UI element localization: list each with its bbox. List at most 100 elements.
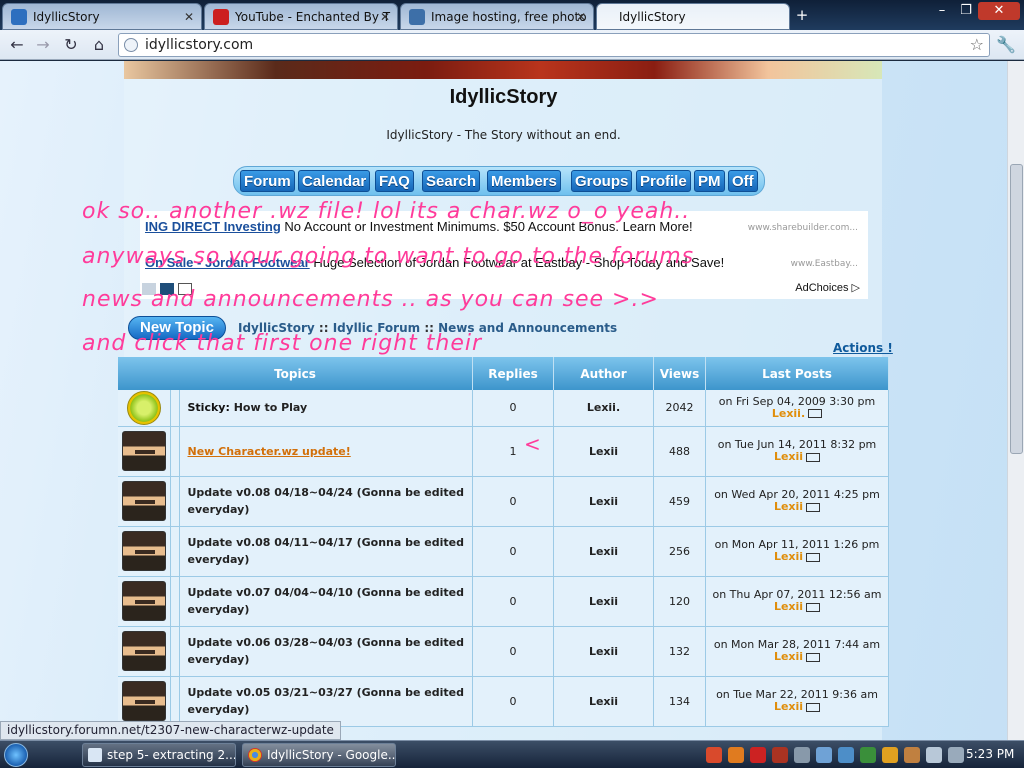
last-post-user[interactable]: Lexii. <box>772 407 805 420</box>
chrome-icon <box>248 748 262 762</box>
go-to-post-icon[interactable] <box>806 652 821 662</box>
forum-nav-bar: Forum Calendar FAQ Search Members Groups… <box>233 166 765 196</box>
clock[interactable]: 5:23 PM <box>966 747 1014 761</box>
replies-count: 0 <box>472 476 554 527</box>
col-replies: Replies <box>472 357 554 390</box>
nav-forum[interactable]: Forum <box>240 170 295 192</box>
replies-count: 0 <box>472 390 554 427</box>
annotation-line-1: ok so.. another .wz file! lol its a char… <box>82 199 691 224</box>
home-icon[interactable]: ⌂ <box>88 34 110 56</box>
go-to-post-icon[interactable] <box>806 452 821 462</box>
maximize-icon[interactable]: ❐ <box>954 2 978 20</box>
forward-icon[interactable]: → <box>32 34 54 56</box>
nav-members[interactable]: Members <box>487 170 561 192</box>
messenger-tray-icon[interactable] <box>838 747 854 763</box>
taskbar-button-label: IdyllicStory - Google... <box>267 748 396 762</box>
replies-count: 0 <box>472 526 554 577</box>
nav-search[interactable]: Search <box>422 170 481 192</box>
topic-link[interactable]: Update v0.08 04/18~04/24 (Gonna be edite… <box>188 486 465 516</box>
close-icon[interactable]: ✕ <box>576 10 586 24</box>
monitor-tray-icon[interactable] <box>926 747 942 763</box>
views-count: 134 <box>653 676 706 727</box>
address-bar[interactable]: ☆ <box>118 33 990 57</box>
go-to-post-icon[interactable] <box>806 552 821 562</box>
author-link[interactable]: Lexii. <box>553 390 654 427</box>
network-tray-icon[interactable] <box>794 747 810 763</box>
author-link[interactable]: Lexii <box>553 426 654 477</box>
nav-profile[interactable]: Profile <box>636 170 691 192</box>
author-link[interactable]: Lexii <box>553 476 654 527</box>
last-post-user[interactable]: Lexii <box>774 700 803 713</box>
nav-groups[interactable]: Groups <box>571 170 633 192</box>
green-tray-icon[interactable] <box>860 747 876 763</box>
vertical-scrollbar[interactable] <box>1007 61 1024 740</box>
go-to-post-icon[interactable] <box>806 602 821 612</box>
topic-link[interactable]: Update v0.08 04/11~04/17 (Gonna be edite… <box>188 536 465 566</box>
topic-link[interactable]: How to Play <box>234 401 308 414</box>
last-post-user[interactable]: Lexii <box>774 450 803 463</box>
wrench-menu-icon[interactable]: 🔧 <box>996 35 1016 54</box>
topics-table: Topics Replies Author Views Last Posts S… <box>118 357 889 727</box>
scrollbar-thumb[interactable] <box>1010 164 1023 454</box>
col-topics: Topics <box>118 357 473 390</box>
last-post-user[interactable]: Lexii <box>774 650 803 663</box>
minimize-icon[interactable]: – <box>930 2 954 20</box>
go-to-post-icon[interactable] <box>808 409 823 419</box>
topic-link[interactable]: Update v0.06 03/28~04/03 (Gonna be edite… <box>188 636 465 666</box>
app-tray-icon[interactable] <box>772 747 788 763</box>
close-icon[interactable]: ✕ <box>380 10 390 24</box>
shield-tray-icon[interactable] <box>750 747 766 763</box>
tool-tray-icon[interactable] <box>816 747 832 763</box>
go-to-post-icon[interactable] <box>806 502 821 512</box>
reload-icon[interactable]: ↻ <box>60 34 82 56</box>
back-icon[interactable]: ← <box>6 34 28 56</box>
views-count: 132 <box>653 626 706 677</box>
table-row: Sticky: How to Play 0 Lexii. 2042 on Fri… <box>118 390 889 427</box>
new-tab-button[interactable]: + <box>792 6 812 24</box>
folder-tray-icon[interactable] <box>904 747 920 763</box>
ad-url[interactable]: www.sharebuilder.com... <box>748 223 858 233</box>
nav-faq[interactable]: FAQ <box>375 170 414 192</box>
nav-pm[interactable]: PM <box>694 170 725 192</box>
author-link[interactable]: Lexii <box>553 626 654 677</box>
annotation-arrow: < <box>524 432 541 456</box>
taskbar: step 5- extracting 2.... IdyllicStory - … <box>0 740 1024 768</box>
last-post-user[interactable]: Lexii <box>774 500 803 513</box>
bookmark-star-icon[interactable]: ☆ <box>970 35 984 54</box>
ad-url[interactable]: www.Eastbay... <box>791 259 858 269</box>
warning-tray-icon[interactable] <box>882 747 898 763</box>
author-link[interactable]: Lexii <box>553 676 654 727</box>
tab-idyllicstory-1[interactable]: IdyllicStory ✕ <box>2 3 202 30</box>
replies-count: 0 <box>472 676 554 727</box>
nav-calendar[interactable]: Calendar <box>298 170 371 192</box>
arrow-tray-icon[interactable] <box>728 747 744 763</box>
taskbar-button-chrome[interactable]: IdyllicStory - Google... <box>242 743 396 767</box>
topic-avatar-icon <box>121 581 166 621</box>
taskbar-button-step5[interactable]: step 5- extracting 2.... <box>82 743 236 767</box>
last-post-user[interactable]: Lexii <box>774 600 803 613</box>
start-button-icon[interactable] <box>4 743 28 767</box>
tab-image-hosting[interactable]: Image hosting, free photo ✕ <box>400 3 594 30</box>
views-count: 256 <box>653 526 706 577</box>
topic-link[interactable]: Update v0.07 04/04~04/10 (Gonna be edite… <box>188 586 465 616</box>
chrome-tray-icon[interactable] <box>706 747 722 763</box>
tab-youtube[interactable]: YouTube - Enchanted By T ✕ <box>204 3 398 30</box>
tab-idyllicstory-active[interactable]: IdyllicStory <box>596 3 790 30</box>
last-post-user[interactable]: Lexii <box>774 550 803 563</box>
adchoices-link[interactable]: AdChoices ▷ <box>795 281 860 294</box>
author-link[interactable]: Lexii <box>553 526 654 577</box>
table-row: Update v0.05 03/21~03/27 (Gonna be edite… <box>118 676 889 727</box>
topic-avatar-icon <box>121 481 166 521</box>
author-link[interactable]: Lexii <box>553 576 654 627</box>
volume-icon[interactable] <box>948 747 964 763</box>
nav-logout[interactable]: Off <box>728 170 758 192</box>
topic-link[interactable]: Update v0.05 03/21~03/27 (Gonna be edite… <box>188 686 465 716</box>
actions-link[interactable]: Actions ! <box>833 341 893 355</box>
go-to-post-icon[interactable] <box>806 702 821 712</box>
table-row: Update v0.08 04/18~04/24 (Gonna be edite… <box>118 476 889 527</box>
url-input[interactable] <box>145 36 965 54</box>
close-icon[interactable]: ✕ <box>184 10 194 24</box>
close-window-icon[interactable]: ✕ <box>978 2 1020 20</box>
annotation-line-3: news and announcements .. as you can see… <box>82 287 659 312</box>
topic-link[interactable]: New Character.wz update! <box>188 445 351 458</box>
